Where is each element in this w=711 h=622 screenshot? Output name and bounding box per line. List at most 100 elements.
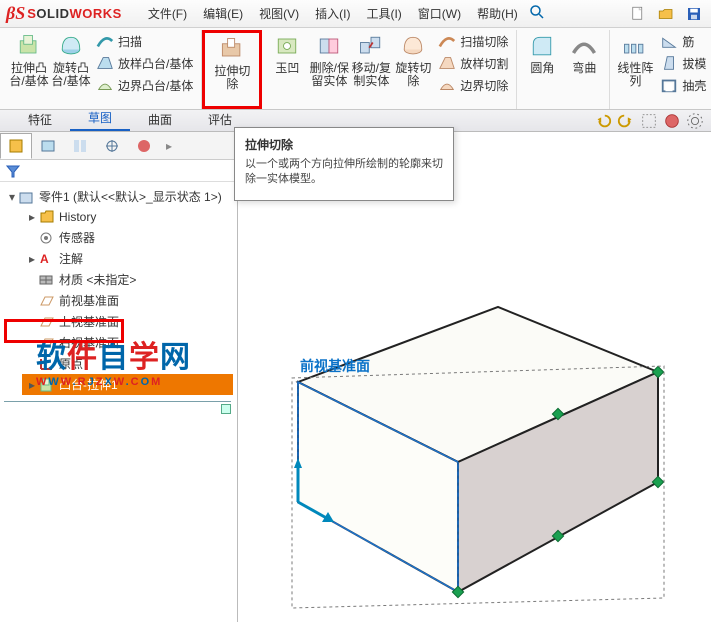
sweep-cut-button[interactable]: 扫描切除 [434,30,512,52]
funnel-icon [6,164,20,178]
draft-icon [660,54,678,72]
menu-view[interactable]: 视图(V) [251,1,307,26]
hole-wizard-label: 玉凹 [275,62,299,75]
svg-text:A: A [40,252,49,266]
graphics-viewport[interactable]: 前视基准面 [238,132,711,622]
bend-label: 弯曲 [572,62,596,75]
side-tabs: ▸ [0,132,237,160]
plane-icon [38,293,56,309]
logo-text: SOLIDWORKS [27,6,122,21]
shell-button[interactable]: 抽壳 [656,74,710,96]
sensors-icon [38,230,56,246]
bend-button[interactable]: 弯曲 [563,30,605,77]
revolve-cut-label: 旋转切除 [392,62,434,88]
menu-bar: βS SOLIDWORKS 文件(F) 编辑(E) 视图(V) 插入(I) 工具… [0,0,711,28]
appearance-icon[interactable] [662,111,682,131]
loft-cut-button[interactable]: 放样切割 [434,52,512,74]
boundary-button[interactable]: 边界凸台/基体 [92,74,197,96]
revolve-cut-button[interactable]: 旋转切除 [392,30,434,90]
watermark: 软件自学网 WWW.RJZXW.COM [36,332,191,388]
loft-cut-icon [438,54,456,72]
logo-ds-icon: βS [6,3,25,24]
fillet-button[interactable]: 圆角 [521,30,563,77]
annotations-icon: A [38,251,56,267]
extrude-cut-button[interactable]: 拉伸切除 [211,33,253,93]
search-icon[interactable] [526,1,548,23]
tree-filter[interactable] [0,160,237,182]
menu-file[interactable]: 文件(F) [140,1,195,26]
save-icon[interactable] [683,3,705,25]
sweep-button[interactable]: 扫描 [92,30,197,52]
rollback-bar[interactable] [221,404,231,414]
menu-tools[interactable]: 工具(I) [358,1,409,26]
side-tab-display-manager[interactable] [128,133,160,159]
redo-icon[interactable] [616,111,636,131]
ribbon: 拉伸凸台/基体 旋转凸台/基体 扫描 放样凸台/基体 边界凸台/基体 拉伸切除 … [0,28,711,110]
boundary-cut-icon [438,76,456,94]
plane-icon [38,314,56,330]
tooltip-title: 拉伸切除 [245,136,443,153]
move-copy-button[interactable]: 移动/复制实体 [350,30,392,90]
extrude-cut-icon [218,35,246,63]
rib-icon [660,32,678,50]
menu-insert[interactable]: 插入(I) [307,1,358,26]
extrude-boss-label: 拉伸凸台/基体 [8,62,50,88]
fillet-icon [528,32,556,60]
side-tab-dimxpert[interactable] [96,133,128,159]
tab-feature[interactable]: 特征 [10,108,70,131]
open-icon[interactable] [655,3,677,25]
delete-keep-icon [315,32,343,60]
loft-button[interactable]: 放样凸台/基体 [92,52,197,74]
menu-help[interactable]: 帮助(H) [469,1,526,26]
tree-history[interactable]: ▸History [22,207,233,227]
side-tab-config-manager[interactable] [64,133,96,159]
revolve-boss-label: 旋转凸台/基体 [50,62,92,88]
side-tab-more[interactable]: ▸ [160,133,178,159]
delete-keep-label: 删除/保留实体 [308,62,350,88]
menu-edit[interactable]: 编辑(E) [195,1,251,26]
menu-window[interactable]: 窗口(W) [410,1,469,26]
move-copy-icon [357,32,385,60]
settings-icon[interactable] [685,111,705,131]
linear-pattern-button[interactable]: 线性阵列 [614,30,656,90]
hole-wizard-button[interactable]: 玉凹 [266,30,308,77]
select-icon[interactable] [639,111,659,131]
tab-sketch[interactable]: 草图 [70,106,130,131]
extrude-boss-button[interactable]: 拉伸凸台/基体 [8,30,50,90]
boundary-cut-button[interactable]: 边界切除 [434,74,512,96]
extrude-boss-icon [15,32,43,60]
shell-icon [660,76,678,94]
rib-button[interactable]: 筋 [656,30,710,52]
tree-annotations[interactable]: ▸A注解 [22,248,233,269]
tooltip-body: 以一个或两个方向拉伸所绘制的轮廓来切除一实体模型。 [245,157,443,188]
sweep-cut-icon [438,32,456,50]
bend-icon [570,32,598,60]
linear-pattern-icon [621,32,649,60]
linear-pattern-label: 线性阵列 [614,62,656,88]
sweep-icon [96,32,114,50]
delete-keep-button[interactable]: 删除/保留实体 [308,30,350,90]
revolve-boss-icon [57,32,85,60]
extrude-cut-label: 拉伸切除 [211,65,253,91]
new-doc-icon[interactable] [627,3,649,25]
draft-button[interactable]: 拔模 [656,52,710,74]
revolve-boss-button[interactable]: 旋转凸台/基体 [50,30,92,90]
tree-part-root[interactable]: ▾ 零件1 (默认<<默认>_显示状态 1>) [2,186,233,207]
tree-sensors[interactable]: 传感器 [22,227,233,248]
tree-material[interactable]: 材质 <未指定> [22,269,233,290]
tab-surface[interactable]: 曲面 [130,108,190,131]
undo-icon[interactable] [593,111,613,131]
plane-label: 前视基准面 [300,356,370,376]
tree-front-plane[interactable]: 前视基准面 [22,290,233,311]
tooltip-extrude-cut: 拉伸切除 以一个或两个方向拉伸所绘制的轮廓来切除一实体模型。 [234,127,454,201]
loft-icon [96,54,114,72]
boundary-icon [96,76,114,94]
revolve-cut-icon [399,32,427,60]
material-icon [38,272,56,288]
side-tab-property-manager[interactable] [32,133,64,159]
hole-wizard-icon [273,32,301,60]
tree-top-plane[interactable]: 上视基准面 [22,311,233,332]
move-copy-label: 移动/复制实体 [350,62,392,88]
part-icon [18,189,36,205]
side-tab-feature-manager[interactable] [0,133,32,159]
